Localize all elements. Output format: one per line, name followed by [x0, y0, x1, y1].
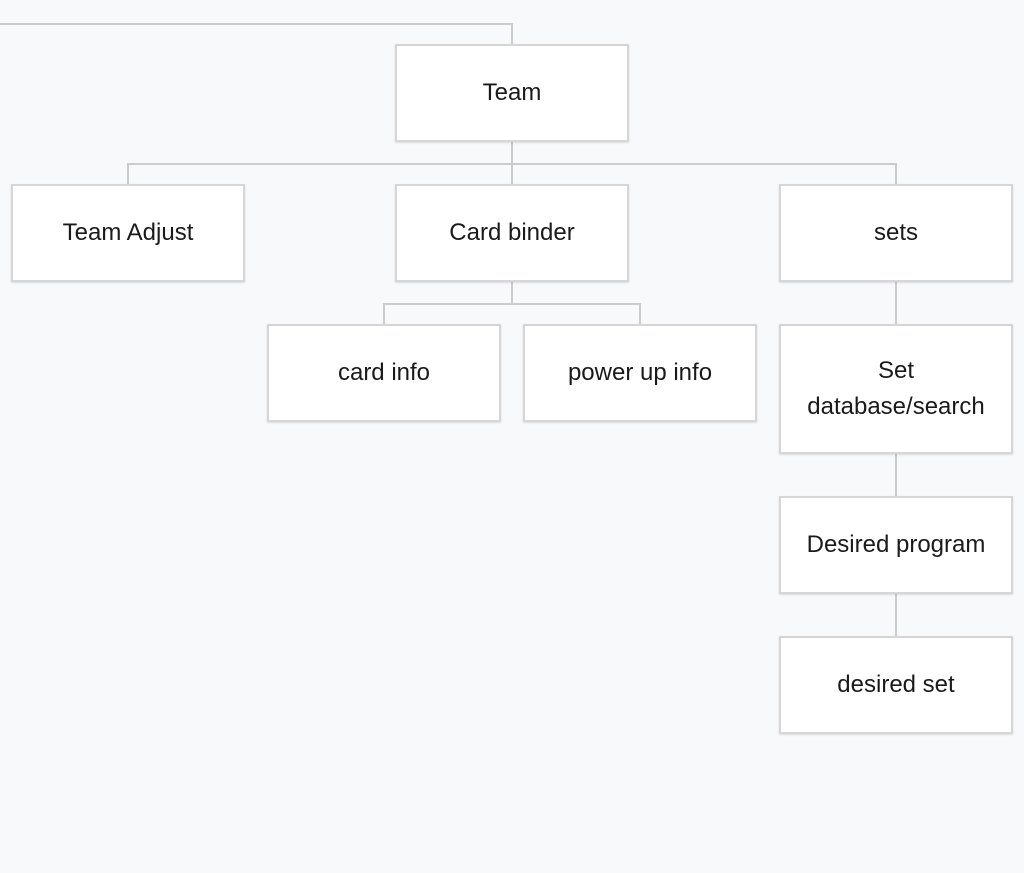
- node-label: sets: [873, 219, 918, 246]
- sitemap-diagram: Team Team Adjust Card binder sets card i…: [0, 0, 1024, 873]
- node-team[interactable]: Team: [395, 44, 629, 142]
- node-card-info[interactable]: card info: [267, 324, 501, 422]
- node-label: power up info: [567, 359, 713, 386]
- node-label: Team: [482, 79, 542, 106]
- node-desired-program[interactable]: Desired program: [779, 496, 1013, 594]
- node-sets[interactable]: sets: [779, 184, 1013, 282]
- node-desired-set[interactable]: desired set: [779, 636, 1013, 734]
- node-label: Team Adjust: [62, 219, 194, 246]
- node-team-adjust[interactable]: Team Adjust: [11, 184, 245, 282]
- node-card-binder[interactable]: Card binder: [395, 184, 629, 282]
- node-label: Card binder: [449, 219, 575, 246]
- node-label: Set database/search: [807, 357, 985, 420]
- node-set-database-search[interactable]: Set database/search: [779, 324, 1013, 454]
- node-label: card info: [337, 359, 431, 386]
- node-power-up-info[interactable]: power up info: [523, 324, 757, 422]
- node-label: Desired program: [806, 531, 986, 558]
- node-label: desired set: [837, 671, 955, 698]
